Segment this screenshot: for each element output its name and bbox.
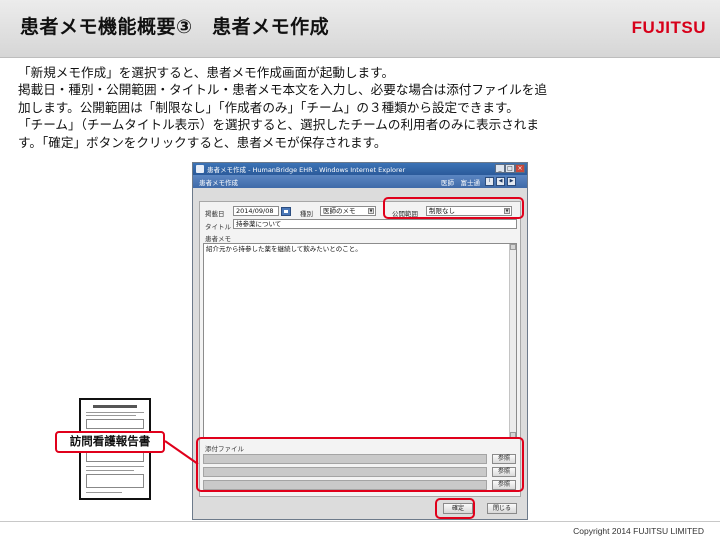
footer-divider <box>0 521 720 522</box>
copyright: Copyright 2014 FUJITSU LIMITED <box>573 526 704 536</box>
document-label: 訪問看護報告書 <box>55 431 165 453</box>
